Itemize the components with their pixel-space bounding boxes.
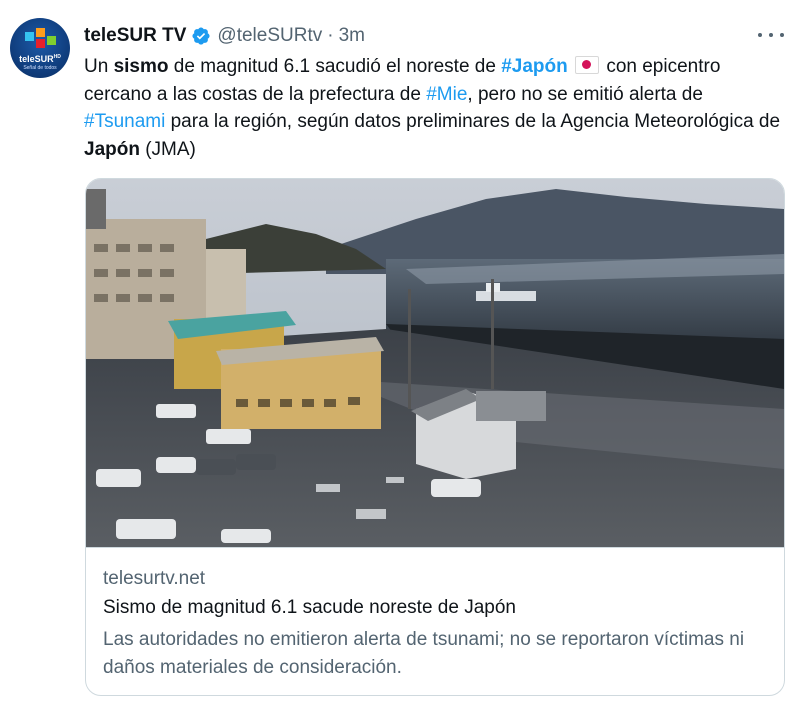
card-description: Las autoridades no emitieron alerta de t…: [103, 629, 745, 678]
more-dot-icon: [758, 33, 762, 37]
text-segment: Un: [84, 56, 114, 77]
text-segment: (JMA): [139, 138, 196, 160]
hashtag-link[interactable]: #Tsunami: [84, 111, 165, 132]
avatar[interactable]: teleSURHD Señal de todos: [10, 18, 70, 78]
avatar-logo-tagline: Señal de todos: [23, 65, 57, 71]
timestamp[interactable]: 3m: [339, 25, 365, 47]
logo-square-3: [36, 39, 45, 48]
logo-square-2: [36, 28, 45, 37]
card-domain: telesurtv.net: [103, 568, 206, 589]
avatar-logo-text: teleSURHD: [19, 54, 61, 64]
tsunami-photo-image: [86, 179, 784, 547]
link-preview-card[interactable]: telesurtv.net Sismo de magnitud 6.1 sacu…: [85, 178, 785, 696]
more-options-button[interactable]: [758, 24, 784, 46]
verified-badge-icon: [192, 27, 210, 45]
tweet-text: Un sismo de magnitud 6.1 sacudió el nore…: [84, 53, 784, 163]
text-segment-bold: Japón: [84, 138, 140, 160]
text-segment: de magnitud 6.1 sacudió el noreste de: [168, 56, 502, 77]
card-title: Sismo de magnitud 6.1 sacude noreste de …: [103, 597, 516, 618]
logo-square-1: [25, 32, 34, 41]
hashtag-link[interactable]: #Japón: [501, 56, 568, 77]
text-segment: , pero no se emitió alerta de: [467, 83, 703, 105]
card-divider: [86, 547, 784, 548]
separator-dot: ·: [327, 25, 334, 46]
logo-square-4: [47, 36, 56, 45]
more-dot-icon: [769, 33, 773, 37]
japan-flag-icon: [575, 56, 600, 74]
display-name[interactable]: teleSUR TV: [84, 25, 186, 47]
text-segment: [568, 56, 573, 77]
more-dot-icon: [780, 33, 784, 37]
user-handle[interactable]: @teleSURtv: [217, 25, 322, 47]
tweet-header: teleSUR TV @teleSURtv · 3m: [84, 23, 365, 49]
text-segment: para la región, según datos preliminares…: [165, 111, 781, 132]
text-segment-bold: sismo: [113, 56, 169, 77]
hashtag-link[interactable]: #Mie: [426, 84, 467, 105]
